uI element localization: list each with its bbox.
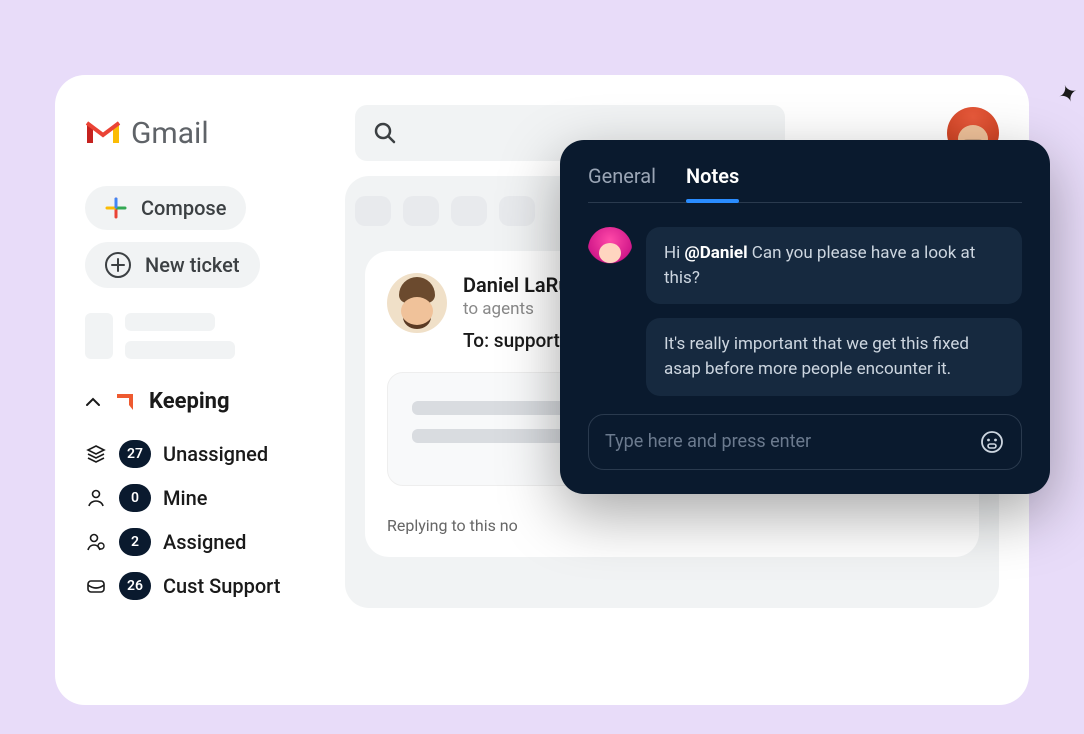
count-badge: 27 — [119, 440, 151, 468]
decorative-mark: ✦ — [1054, 77, 1082, 110]
plus-colored-icon — [105, 197, 127, 219]
search-icon — [373, 121, 397, 145]
sidebar-item-mine[interactable]: 0 Mine — [85, 476, 325, 520]
reply-hint: Replying to this no — [387, 516, 957, 535]
keeping-section-header[interactable]: Keeping — [85, 389, 325, 414]
app-name: Gmail — [131, 116, 209, 151]
count-badge: 26 — [119, 572, 151, 600]
keeping-title: Keeping — [149, 389, 230, 414]
sidebar-item-cust-support[interactable]: 26 Cust Support — [85, 564, 325, 608]
note-message: Hi @Daniel Can you please have a look at… — [588, 227, 1022, 304]
sidebar-item-label: Mine — [163, 486, 207, 510]
note-message: It's really important that we get this f… — [588, 318, 1022, 395]
compose-label: Compose — [141, 196, 226, 220]
count-badge: 2 — [119, 528, 151, 556]
note-input[interactable]: Type here and press enter — [588, 414, 1022, 470]
keeping-icon — [113, 390, 137, 414]
notes-panel: General Notes Hi @Daniel Can you please … — [560, 140, 1050, 494]
sidebar-item-label: Cust Support — [163, 574, 280, 598]
new-ticket-button[interactable]: New ticket — [85, 242, 260, 288]
chevron-up-icon — [85, 394, 101, 410]
tab-notes[interactable]: Notes — [686, 164, 739, 202]
sender-avatar[interactable] — [387, 273, 447, 333]
layers-icon — [86, 444, 106, 464]
sidebar-item-unassigned[interactable]: 27 Unassigned — [85, 432, 325, 476]
plus-circle-icon — [105, 252, 131, 278]
note-author-avatar[interactable] — [588, 227, 632, 271]
sidebar-item-assigned[interactable]: 2 Assigned — [85, 520, 325, 564]
emoji-icon[interactable] — [979, 429, 1005, 455]
mention[interactable]: @Daniel — [684, 243, 747, 263]
gmail-icon — [85, 119, 121, 147]
tab-general[interactable]: General — [588, 164, 656, 202]
sidebar-item-label: Unassigned — [163, 442, 268, 466]
note-input-placeholder: Type here and press enter — [605, 431, 967, 452]
person-icon — [86, 488, 106, 508]
compose-button[interactable]: Compose — [85, 186, 246, 230]
count-badge: 0 — [119, 484, 151, 512]
gmail-logo: Gmail — [85, 116, 325, 151]
sidebar-item-label: Assigned — [163, 530, 246, 554]
person-assign-icon — [86, 532, 106, 552]
new-ticket-label: New ticket — [145, 253, 240, 277]
inbox-icon — [86, 576, 106, 596]
sidebar-skeleton — [85, 313, 325, 359]
